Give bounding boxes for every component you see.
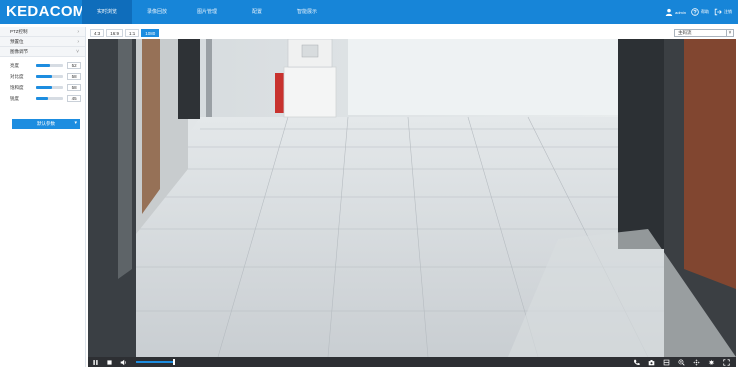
- nav-smart-display[interactable]: 智能展示: [282, 0, 332, 24]
- video-control-bar: [88, 357, 736, 367]
- section-label: 预置位: [10, 38, 24, 44]
- saturation-value-input[interactable]: 58: [67, 84, 81, 91]
- video-frame: [88, 39, 736, 357]
- chevron-right-icon: ›: [77, 38, 79, 45]
- user-icon: [665, 8, 673, 16]
- record-icon[interactable]: [663, 359, 670, 366]
- zoom-icon[interactable]: [678, 358, 685, 366]
- ratio-4-3-button[interactable]: 4:3: [90, 29, 105, 37]
- logout-icon: [714, 8, 722, 16]
- pause-icon[interactable]: [92, 359, 99, 366]
- ratio-1-1-button[interactable]: 1:1: [125, 29, 140, 37]
- glass-wall: [348, 39, 618, 115]
- saturation-slider[interactable]: [35, 86, 64, 89]
- fire-extinguisher: [275, 73, 285, 113]
- ptz-move-icon[interactable]: [693, 358, 700, 366]
- nav-configuration[interactable]: 配置: [232, 0, 282, 24]
- nav-live-view[interactable]: 实时浏览: [82, 0, 132, 24]
- slider-label: 锐度: [10, 95, 19, 101]
- slider-saturation: 饱和度 58: [0, 82, 85, 93]
- playback-controls: [92, 358, 176, 366]
- section-label: PTZ控制: [10, 28, 28, 34]
- slider-contrast: 对比度 58: [0, 71, 85, 82]
- ratio-16-9-button[interactable]: 16:9: [106, 29, 124, 37]
- left-door-panel: [118, 39, 132, 279]
- stop-icon[interactable]: [106, 359, 113, 366]
- sharpness-value-input[interactable]: 45: [67, 95, 81, 102]
- help-label: 帮助: [701, 9, 709, 14]
- settings-icon[interactable]: [708, 359, 715, 366]
- slider-fill: [35, 75, 52, 78]
- chevron-down-icon: ˅: [76, 48, 79, 55]
- username: admin: [675, 9, 686, 15]
- stream-select[interactable]: 主码流 ˅: [674, 29, 734, 37]
- user-menu[interactable]: admin: [665, 8, 686, 16]
- left-pillar: [178, 39, 200, 119]
- help-icon: [691, 8, 699, 16]
- caret-down-icon: ▾: [74, 120, 77, 126]
- ratio-1080-button[interactable]: 1080: [141, 29, 160, 37]
- kedacom-logo: KEDACOM: [6, 3, 86, 20]
- nav-playback[interactable]: 录像回放: [132, 0, 182, 24]
- slider-label: 饱和度: [10, 84, 24, 90]
- right-door-frame: [618, 39, 664, 249]
- section-ptz-control[interactable]: PTZ控制 ›: [0, 27, 85, 37]
- left-reflection: [142, 39, 160, 214]
- slider-label: 亮度: [10, 62, 19, 68]
- volume-slider[interactable]: [136, 359, 176, 365]
- volume-icon[interactable]: [120, 359, 127, 366]
- fullscreen-icon[interactable]: [723, 358, 730, 366]
- logout-label: 注销: [724, 9, 732, 14]
- main-nav: 实时浏览 录像回放 图片管理 配置 智能展示: [82, 0, 332, 24]
- contrast-slider[interactable]: [35, 75, 64, 78]
- wall-edge: [206, 39, 212, 117]
- section-label: 图像调节: [10, 48, 28, 54]
- default-params-label: 默认参数: [37, 121, 55, 126]
- volume-knob[interactable]: [173, 359, 176, 365]
- chevron-right-icon: ›: [77, 28, 79, 35]
- slider-fill: [35, 64, 50, 67]
- default-params-button[interactable]: 默认参数 ▾: [12, 119, 80, 129]
- top-header: KEDACOM 实时浏览 录像回放 图片管理 配置 智能展示 admin 帮助 …: [0, 0, 738, 24]
- brightness-slider[interactable]: [35, 64, 64, 67]
- chevron-down-icon: ˅: [726, 30, 733, 36]
- nav-picture-management[interactable]: 图片管理: [182, 0, 232, 24]
- camera-lens-housing: [301, 44, 319, 58]
- section-image-adjust[interactable]: 图像调节 ˅: [0, 47, 85, 57]
- contrast-value-input[interactable]: 58: [67, 73, 81, 80]
- header-actions: admin 帮助 注销: [665, 0, 732, 24]
- slider-label: 对比度: [10, 73, 24, 79]
- brightness-value-input[interactable]: 52: [67, 62, 81, 69]
- white-pedestal: [283, 66, 337, 118]
- live-video-view[interactable]: [88, 39, 736, 357]
- slider-sharpness: 锐度 45: [0, 93, 85, 104]
- stream-selected-value: 主码流: [678, 30, 692, 35]
- sharpness-slider[interactable]: [35, 97, 64, 100]
- slider-brightness: 亮度 52: [0, 60, 85, 71]
- left-panel: PTZ控制 › 预置位 › 图像调节 ˅ 亮度 52 对比度 58 饱和度 58…: [0, 27, 86, 367]
- video-toolbar: 4:3 16:9 1:1 1080 主码流 ˅: [86, 27, 738, 39]
- section-preset[interactable]: 预置位 ›: [0, 37, 85, 47]
- view-tools: [633, 358, 730, 366]
- snapshot-icon[interactable]: [648, 359, 655, 366]
- logout-link[interactable]: 注销: [714, 8, 732, 16]
- aspect-ratio-group: 4:3 16:9 1:1 1080: [90, 29, 160, 37]
- phone-icon[interactable]: [633, 359, 640, 366]
- slider-fill: [35, 97, 49, 100]
- slider-fill: [35, 86, 52, 89]
- right-reflection: [684, 39, 736, 289]
- help-link[interactable]: 帮助: [691, 8, 709, 16]
